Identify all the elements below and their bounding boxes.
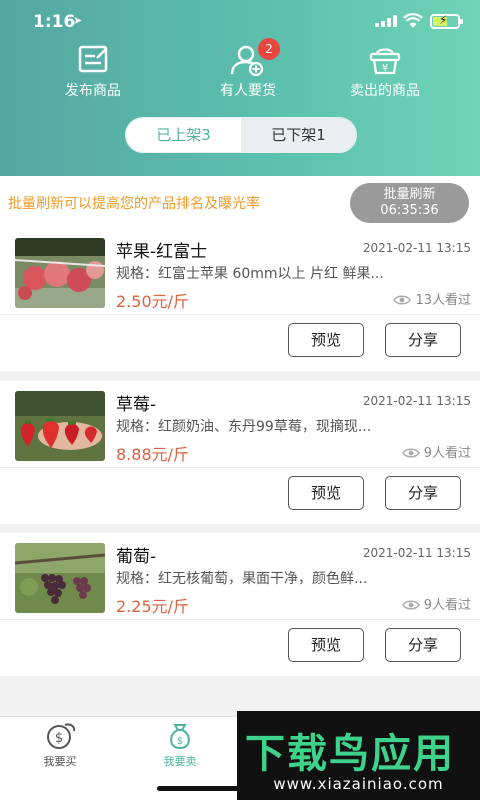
product-title[interactable]: 苹果-红富士 [116, 237, 207, 262]
product-price: 2.25元/斤 [116, 597, 190, 616]
battery-icon: ⚡ [430, 13, 463, 29]
svg-text:¥: ¥ [382, 63, 388, 74]
svg-text:$: $ [55, 731, 63, 746]
tab-sell-label: 我要卖 [163, 755, 197, 768]
product-image-apple[interactable] [15, 238, 105, 308]
preview-button[interactable]: 预览 [288, 628, 364, 662]
eye-icon [393, 295, 412, 305]
product-views-count: 9人看过 [423, 598, 471, 613]
product-image-strawberry[interactable] [15, 391, 105, 461]
product-title[interactable]: 草莓- [116, 390, 156, 415]
tab-off-shelf[interactable]: 已下架1 [241, 118, 356, 152]
product-views: 9人看过 [401, 442, 471, 461]
status-bar: 1:16 ➤ ⚡ [0, 0, 480, 44]
signal-icon [375, 15, 397, 27]
divider [0, 467, 480, 468]
product-spec: 规格：红无核葡萄，果面干净，颜色鲜... [116, 571, 368, 587]
preview-button[interactable]: 预览 [288, 323, 364, 357]
status-time: 1:16 [33, 12, 76, 32]
refresh-notice-text: 批量刷新可以提高您的产品排名及曝光率 [8, 196, 260, 212]
sold-goods-label: 卖出的商品 [350, 83, 420, 99]
product-views: 13人看过 [393, 289, 471, 308]
shelf-status-toggle: 已上架3 已下架1 [125, 117, 357, 153]
divider [0, 314, 480, 315]
tab-buy-label: 我要买 [43, 755, 77, 768]
product-date: 2021-02-11 13:15 [362, 394, 471, 408]
location-arrow-icon: ➤ [73, 14, 83, 27]
buyer-requests-button[interactable]: 2 有人要货 [178, 38, 318, 104]
header: 1:16 ➤ ⚡ 发布商品 2 有人要货 ¥ 卖出的商品 已上架3 已下架1 [0, 0, 480, 176]
batch-refresh-button[interactable]: 批量刷新 06:35:36 [350, 183, 469, 223]
tab-buy[interactable]: $ 我要买 [20, 721, 100, 769]
tab-sell[interactable]: $ 我要卖 [140, 721, 220, 769]
share-button[interactable]: 分享 [385, 628, 461, 662]
edit-icon [78, 45, 108, 73]
product-card: 草莓- 2021-02-11 13:15 规格：红颜奶油、东丹99草莓，现摘现.… [0, 381, 480, 524]
product-spec: 规格：红富士苹果 60mm以上 片红 鲜果... [116, 266, 384, 282]
wifi-icon [403, 13, 423, 28]
share-button[interactable]: 分享 [385, 476, 461, 510]
product-image-grape[interactable] [15, 543, 105, 613]
divider [0, 619, 480, 620]
product-price: 2.50元/斤 [116, 292, 190, 311]
preview-button[interactable]: 预览 [288, 476, 364, 510]
product-card: 苹果-红富士 2021-02-11 13:15 规格：红富士苹果 60mm以上 … [0, 228, 480, 371]
product-views: 9人看过 [401, 594, 471, 613]
eye-icon [401, 600, 420, 610]
buyer-requests-label: 有人要货 [220, 83, 276, 99]
eye-icon [401, 448, 420, 458]
watermark-url: www.xiazainiao.com [273, 775, 444, 793]
money-bag-icon: $ [170, 724, 190, 750]
svg-text:$: $ [177, 736, 183, 747]
watermark-logo: 下载鸟应用 www.xiazainiao.com [237, 711, 480, 800]
basket-yen-icon: ¥ [369, 48, 401, 75]
product-card: 葡萄- 2021-02-11 13:15 规格：红无核葡萄，果面干净，颜色鲜..… [0, 533, 480, 676]
batch-refresh-label: 批量刷新 [383, 187, 436, 202]
batch-refresh-countdown: 06:35:36 [380, 203, 439, 218]
product-views-count: 13人看过 [415, 293, 471, 308]
share-button[interactable]: 分享 [385, 323, 461, 357]
product-date: 2021-02-11 13:15 [362, 241, 471, 255]
tab-on-shelf[interactable]: 已上架3 [126, 118, 241, 152]
product-spec: 规格：红颜奶油、东丹99草莓，现摘现... [116, 419, 372, 435]
publish-goods-label: 发布商品 [65, 83, 121, 99]
product-price: 8.88元/斤 [116, 445, 190, 464]
sold-goods-button[interactable]: ¥ 卖出的商品 [315, 44, 455, 104]
product-date: 2021-02-11 13:15 [362, 546, 471, 560]
dollar-coin-icon: $ [47, 723, 76, 749]
product-views-count: 9人看过 [423, 446, 471, 461]
watermark-title: 下载鸟应用 [245, 731, 455, 777]
notification-badge: 2 [258, 38, 280, 60]
publish-goods-button[interactable]: 发布商品 [23, 44, 163, 104]
product-title[interactable]: 葡萄- [116, 542, 156, 567]
